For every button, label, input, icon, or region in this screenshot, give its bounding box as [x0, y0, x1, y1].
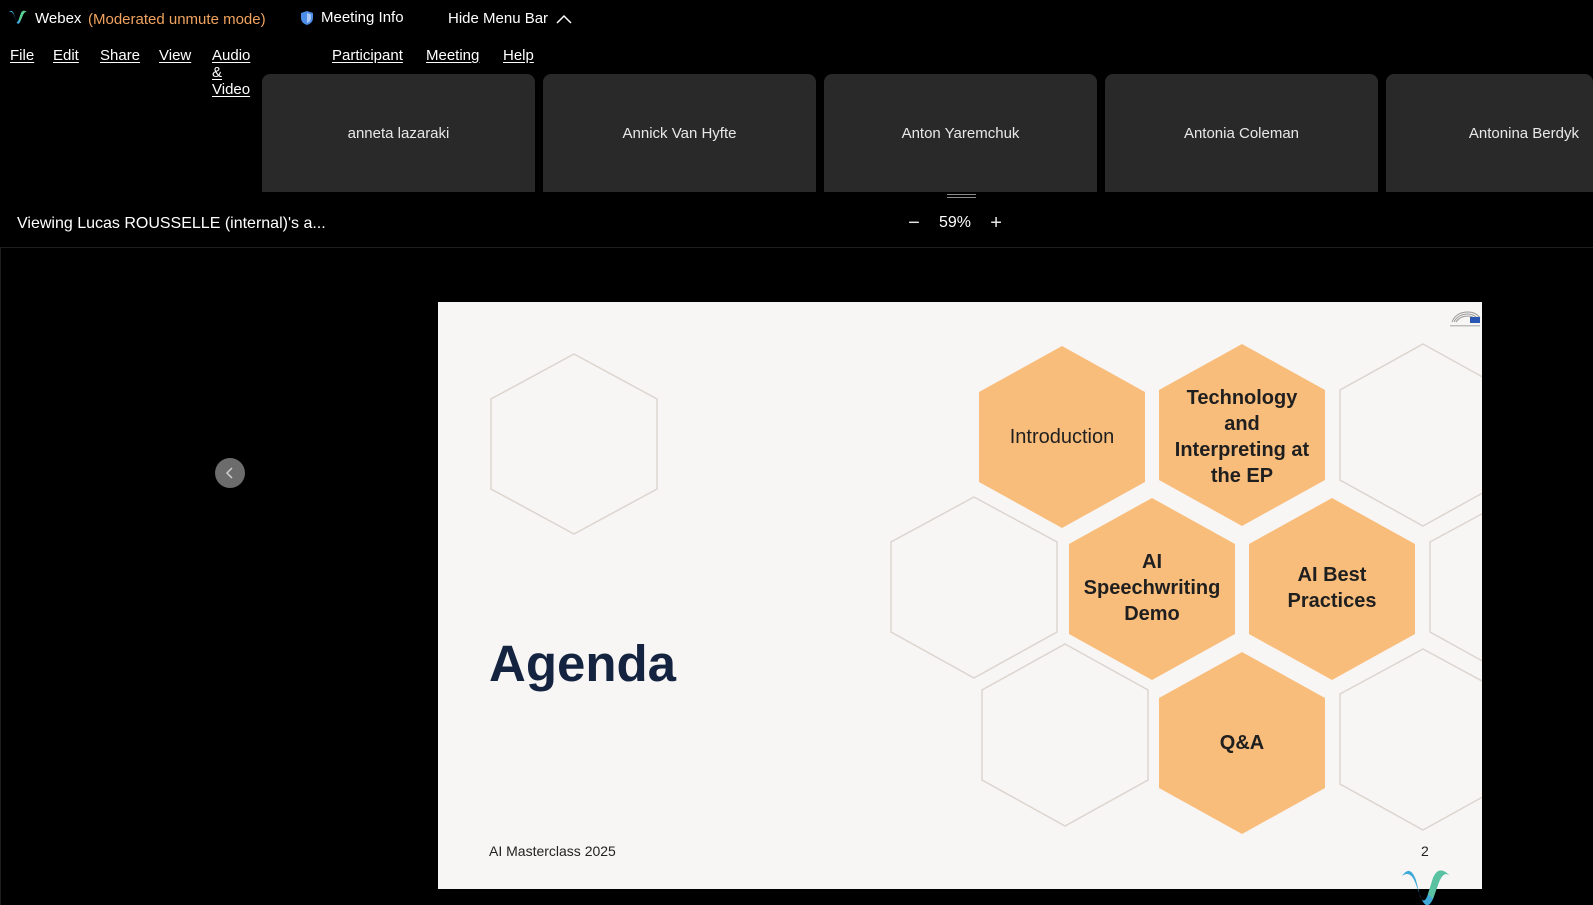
app-name: Webex: [35, 10, 82, 27]
participant-tile[interactable]: Antonina Berdyk: [1386, 74, 1593, 192]
shield-icon: [301, 10, 313, 25]
hide-menu-bar-label: Hide Menu Bar: [448, 10, 549, 27]
topic-technology: Technology and Interpreting at the EP: [1174, 387, 1310, 487]
menu-view[interactable]: View: [159, 47, 191, 64]
participant-name: anneta lazaraki: [347, 124, 450, 142]
topic-speechwriting: AI Speechwriting Demo: [1083, 551, 1221, 625]
menu-file[interactable]: File: [10, 47, 34, 64]
zoom-in-button[interactable]: +: [985, 212, 1007, 234]
topic-qa: Q&A: [1219, 732, 1265, 754]
shared-slide: Introduction Technology and Interpreting…: [438, 302, 1482, 889]
menu-meeting[interactable]: Meeting: [426, 47, 479, 64]
divider: [0, 247, 1, 905]
participant-tile[interactable]: Anton Yaremchuk: [824, 74, 1097, 192]
participant-name: Antonina Berdyk: [1468, 124, 1579, 142]
moderated-mode-label: (Moderated unmute mode): [88, 11, 266, 28]
zoom-controls: − 59% +: [903, 212, 1007, 234]
slide-page-number: 2: [1421, 843, 1429, 859]
strip-resize-handle[interactable]: [947, 194, 976, 200]
zoom-out-button[interactable]: −: [903, 212, 925, 234]
topic-introduction: Introduction: [1009, 426, 1115, 448]
participant-name: Antonia Coleman: [1183, 124, 1300, 142]
hide-menu-bar-button[interactable]: Hide Menu Bar: [448, 10, 572, 27]
menu-share[interactable]: Share: [100, 47, 140, 64]
participant-tile[interactable]: Antonia Coleman: [1105, 74, 1378, 192]
webex-watermark-icon: [1402, 870, 1450, 905]
menu-audio-video[interactable]: Audio & Video: [212, 47, 250, 98]
slide-title: Agenda: [489, 635, 677, 692]
slide-footer: AI Masterclass 2025: [489, 843, 616, 859]
chevron-up-icon: [556, 14, 572, 24]
title-bar: Webex (Moderated unmute mode) Meeting In…: [0, 0, 1593, 38]
participant-tile[interactable]: Annick Van Hyfte: [543, 74, 816, 192]
menu-help[interactable]: Help: [503, 47, 534, 64]
european-parliament-logo: [1450, 311, 1481, 327]
meeting-info-button[interactable]: Meeting Info: [300, 9, 404, 26]
webex-logo-icon: [9, 10, 27, 24]
zoom-level: 59%: [939, 214, 972, 231]
participant-name: Annick Van Hyfte: [622, 124, 737, 142]
topic-best-practices: AI Best Practices: [1287, 564, 1377, 612]
participant-name: Anton Yaremchuk: [901, 124, 1020, 142]
menu-edit[interactable]: Edit: [53, 47, 79, 64]
previous-page-button[interactable]: [215, 458, 245, 488]
menu-participant[interactable]: Participant: [332, 47, 403, 64]
chevron-left-icon: [225, 467, 233, 479]
meeting-info-label: Meeting Info: [321, 9, 404, 26]
divider: [0, 247, 1593, 248]
viewing-share-label: Viewing Lucas ROUSSELLE (internal)'s a..…: [17, 215, 326, 232]
participant-tile[interactable]: anneta lazaraki: [262, 74, 535, 192]
